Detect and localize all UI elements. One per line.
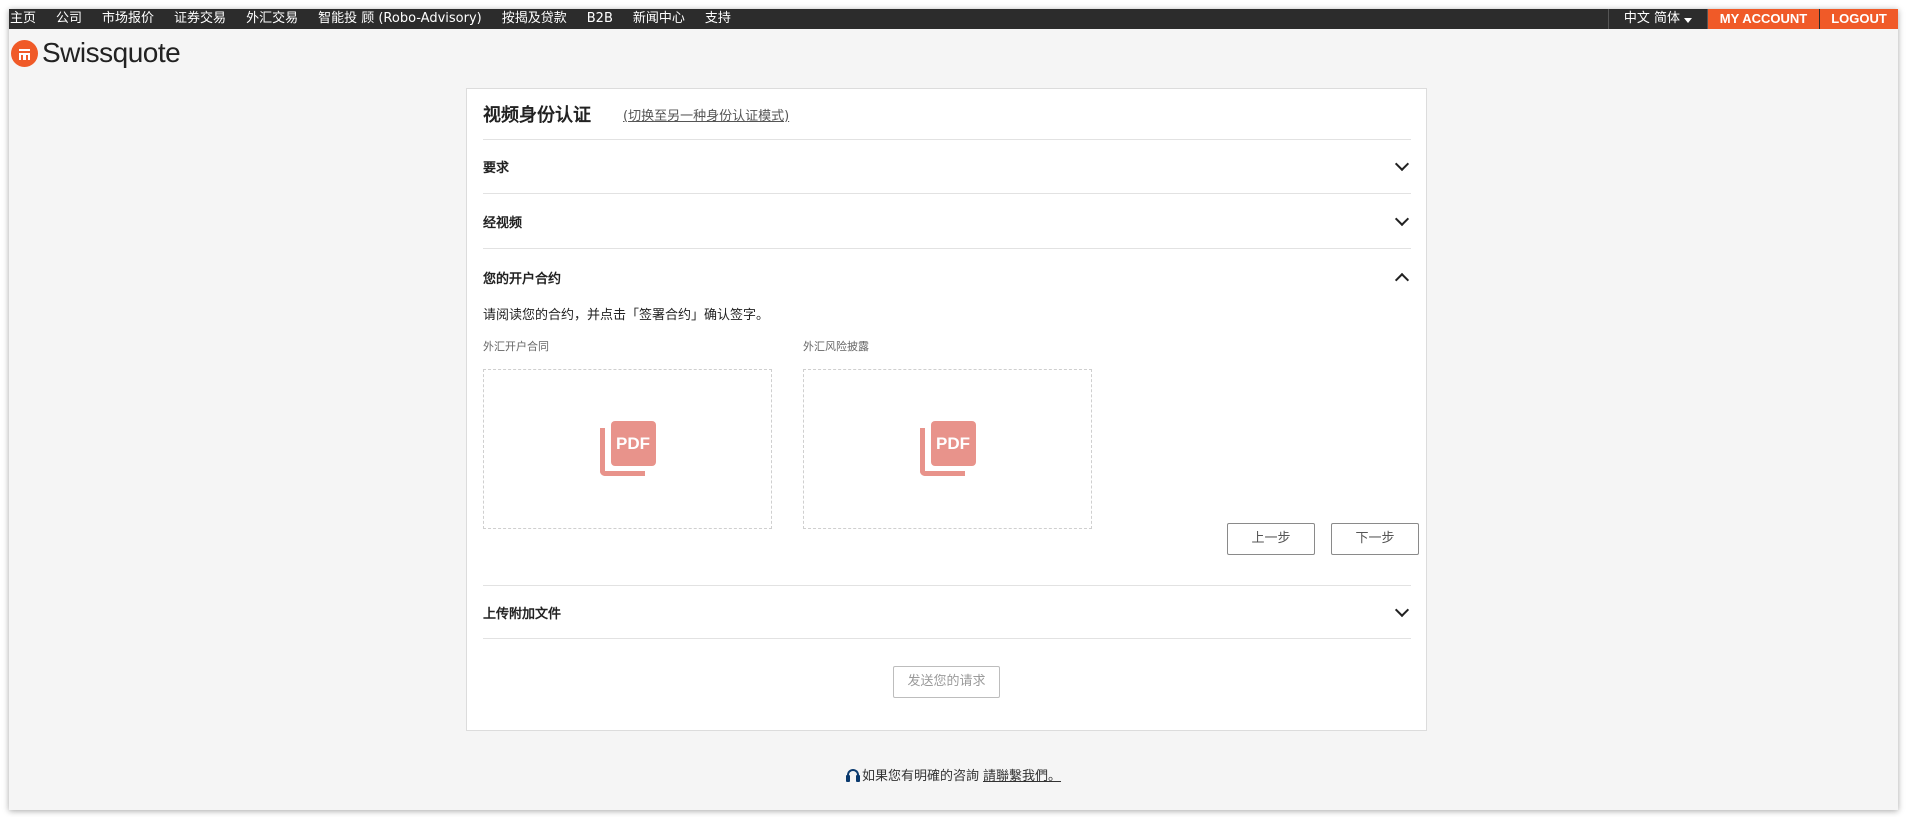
nav-item-mortgage[interactable]: 按揭及贷款	[492, 9, 577, 29]
section-requirements[interactable]: 要求	[483, 140, 1411, 194]
nav-right-group: 中文 简体 MY ACCOUNT LOGOUT	[1608, 9, 1898, 29]
switch-identification-mode-link[interactable]: (切换至另一种身份认证模式)	[623, 105, 789, 124]
footer-text: 如果您有明確的咨詢	[861, 769, 979, 784]
nav-menu: 主页 公司 市场报价 证券交易 外汇交易 智能投 顾 (Robo-Advisor…	[9, 9, 741, 29]
section-via-video[interactable]: 经视频	[483, 195, 1411, 249]
nav-item-support[interactable]: 支持	[695, 9, 741, 29]
document-forex-contract[interactable]: PDF	[483, 369, 772, 529]
my-account-button[interactable]: MY ACCOUNT	[1708, 9, 1819, 29]
chevron-down-icon	[1394, 156, 1410, 172]
video-identification-card: 视频身份认证 (切换至另一种身份认证模式) 要求 经视频 您的开户合约 请阅读您…	[466, 88, 1427, 731]
section-requirements-label: 要求	[483, 161, 510, 176]
nav-item-company[interactable]: 公司	[46, 9, 92, 29]
nav-item-robo-advisory[interactable]: 智能投 顾 (Robo-Advisory)	[308, 9, 492, 29]
language-selector[interactable]: 中文 简体	[1608, 9, 1708, 29]
nav-item-quotes[interactable]: 市场报价	[92, 9, 164, 29]
nav-item-b2b[interactable]: B2B	[577, 9, 623, 29]
browser-frame: 主页 公司 市场报价 证券交易 外汇交易 智能投 顾 (Robo-Advisor…	[9, 9, 1898, 810]
send-request-button[interactable]: 发送您的请求	[893, 666, 1000, 698]
pdf-icon: PDF	[919, 421, 976, 477]
section-upload[interactable]: 上传附加文件	[483, 585, 1411, 639]
top-navigation: 主页 公司 市场报价 证券交易 外汇交易 智能投 顾 (Robo-Advisor…	[9, 9, 1898, 29]
nav-item-forex[interactable]: 外汇交易	[236, 9, 308, 29]
section-via-video-label: 经视频	[483, 216, 523, 231]
headset-icon	[845, 768, 860, 782]
chevron-down-icon	[1394, 602, 1410, 617]
swissquote-logo[interactable]: Swissquote	[11, 37, 181, 69]
chevron-down-icon	[1394, 211, 1410, 227]
card-header: 视频身份认证 (切换至另一种身份认证模式)	[483, 89, 1411, 140]
language-label: 中文 简体	[1623, 11, 1681, 26]
document-label-forex-contract: 外汇开户合同	[483, 340, 549, 353]
logout-button[interactable]: LOGOUT	[1820, 9, 1898, 29]
document-label-risk-disclosure: 外汇风险披露	[803, 340, 869, 353]
logo-mark-icon	[11, 39, 38, 67]
section-upload-label: 上传附加文件	[483, 606, 562, 622]
contract-instruction: 请阅读您的合约，并点击「签署合约」确认签字。	[483, 308, 770, 323]
chevron-down-icon	[1684, 17, 1693, 23]
next-step-button[interactable]: 下一步	[1331, 523, 1419, 555]
section-contract-label: 您的开户合约	[483, 271, 562, 287]
nav-item-securities[interactable]: 证券交易	[164, 9, 236, 29]
logo-text: Swissquote	[42, 37, 181, 68]
nav-item-news[interactable]: 新闻中心	[623, 9, 695, 29]
pdf-icon: PDF	[599, 421, 656, 477]
page-title: 视频身份认证	[483, 105, 591, 126]
section-contract[interactable]: 您的开户合约	[483, 250, 1411, 304]
contact-us-link[interactable]: 請聯繫我們。	[983, 765, 1061, 784]
previous-step-button[interactable]: 上一步	[1227, 523, 1315, 555]
chevron-up-icon	[1394, 272, 1410, 287]
document-risk-disclosure[interactable]: PDF	[803, 369, 1092, 529]
footer-contact: 如果您有明確的咨詢 請聯繫我們。	[9, 765, 1898, 784]
nav-item-home[interactable]: 主页	[9, 9, 46, 29]
